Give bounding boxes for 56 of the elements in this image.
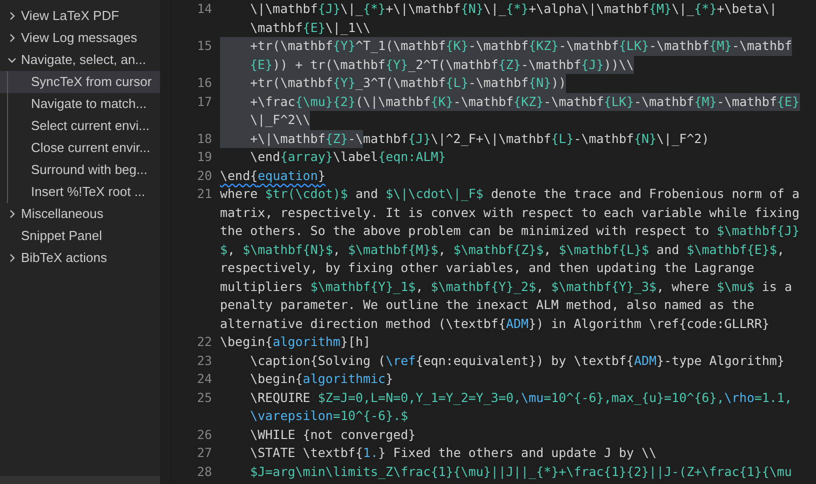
- tree-item[interactable]: Snippet Panel: [0, 225, 160, 247]
- code-line: the others. So the above problem can be minimized with respect to $\mathbf{J}: [220, 222, 800, 240]
- tree-item[interactable]: SyncTeX from cursor: [0, 71, 160, 93]
- code-line: \begin{algorithmic}: [249, 370, 394, 388]
- line-number: 20: [196, 166, 212, 184]
- line-number: 28: [196, 462, 212, 480]
- line-number: 17: [196, 92, 212, 110]
- line-number: 19: [196, 148, 212, 166]
- chevron-right-icon: [7, 11, 17, 21]
- line-number: 21: [196, 185, 212, 203]
- code-line: \WHILE {not converged}: [249, 426, 416, 444]
- tree-item[interactable]: Navigate, select, an...: [0, 49, 160, 71]
- tree-item[interactable]: View Log messages: [0, 27, 160, 49]
- code-line: respectively, by fixing other variables, and then updating the Lagrange: [220, 259, 754, 277]
- tree-item[interactable]: Surround with beg...: [0, 159, 160, 181]
- code-line: \end{array}\label{eqn:ALM}: [249, 148, 446, 166]
- code-line: \REQUIRE $Z=J=0,L=N=0,Y_1=Y_2=Y_3=0,\mu=10^{-6},max_{u}=10^{6},\rho=1.1,: [249, 388, 792, 407]
- code-line: where $tr(\cdot)$ and $\|\cdot\|_F$ denote the trace and Frobenious norm of a: [220, 185, 800, 203]
- code-line: multipliers $\mathbf{Y}_1$, $\mathbf{Y}_2$, $\mathbf{Y}_3$, where $\mu$ is a: [220, 278, 792, 296]
- tree-item[interactable]: Close current envir...: [0, 137, 160, 159]
- line-number: 18: [196, 130, 212, 148]
- line-number: 16: [196, 74, 212, 92]
- line-number: 27: [196, 444, 212, 462]
- code-line: \varepsilon=10^{-6}.$: [249, 407, 408, 425]
- line-number: 23: [196, 352, 212, 370]
- code-line: alternative direction method (\textbf{ADM}) in Algorithm \ref{code:GLLRR}: [220, 314, 770, 333]
- line-number: 22: [196, 333, 212, 351]
- code-line: \mathbf{E}\|_1\\: [249, 18, 371, 37]
- tree-item[interactable]: Navigate to match...: [0, 93, 160, 115]
- chevron-right-icon: [7, 209, 17, 219]
- code-line: penalty parameter. We outline the inexact ALM method, also named as the: [220, 296, 754, 314]
- tree-item[interactable]: Miscellaneous: [0, 203, 160, 225]
- line-number: 24: [196, 370, 212, 388]
- tree-item[interactable]: View LaTeX PDF: [0, 5, 160, 27]
- tree-item[interactable]: BibTeX actions: [0, 247, 160, 269]
- tree-item[interactable]: Insert %!TeX root ...: [0, 181, 160, 203]
- tree-item[interactable]: Select current envi...: [0, 115, 160, 137]
- code-line: \begin{algorithm}[h]: [220, 333, 371, 351]
- chevron-right-icon: [7, 33, 17, 43]
- code-line: \|\mathbf{J}\|_{*}+\|\mathbf{N}\|_{*}+\alpha\|\mathbf{M}\|_{*}+\beta\|: [249, 0, 777, 18]
- code-line: \STATE \textbf{1.} Fixed the others and update J by \\: [249, 444, 657, 462]
- code-line: $J=arg\min\limits_Z\frac{1}{\mu}||J||_{*}+\frac{1}{2}||J-(Z+\frac{1}{\mu: [249, 462, 792, 481]
- code-line: +tr(\mathbf{Y}_3^T(\mathbf{L}-\mathbf{N})): [220, 74, 566, 92]
- chevron-right-icon: [7, 253, 17, 263]
- line-number: 15: [196, 37, 212, 55]
- line-number: 25: [196, 388, 212, 406]
- line-number: 26: [196, 426, 212, 444]
- code-line: matrix, respectively. It is convex with respect to each variable while fixing: [220, 204, 800, 222]
- code-line: +\|\mathbf{Z}-\mathbf{J}\|^2_F+\|\mathbf{L}-\mathbf{N}\|_F^2): [220, 130, 710, 148]
- code-line: \caption{Solving (\ref{eqn:equivalent}) by \textbf{ADM}-type Algorithm}: [249, 352, 784, 370]
- code-line: \end{equation}: [220, 166, 326, 185]
- code-line: +tr(\mathbf{Y}^T_1(\mathbf{K}-\mathbf{KZ}-\mathbf{LK}-\mathbf{M}-\mathbf: [220, 37, 792, 56]
- line-number: 14: [196, 0, 212, 18]
- code-line: $, $\mathbf{N}$, $\mathbf{M}$, $\mathbf{Z}$, $\mathbf{L}$ and $\mathbf{E}$,: [220, 240, 785, 258]
- code-line: +\frac{\mu}{2}(\|\mathbf{K}-\mathbf{KZ}-\mathbf{LK}-\mathbf{M}-\mathbf{E}: [220, 92, 800, 111]
- chevron-down-icon: [7, 55, 17, 65]
